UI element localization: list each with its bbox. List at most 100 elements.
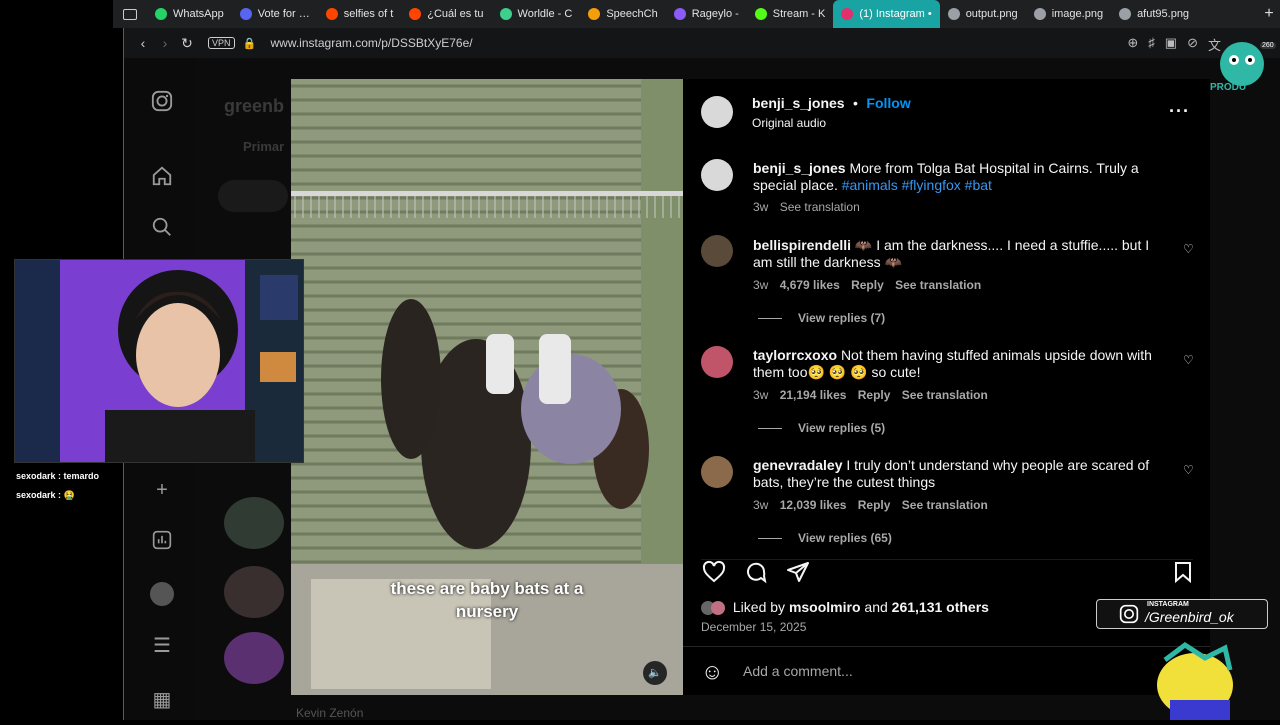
comment-username[interactable]: taylorrcxoxo: [753, 347, 837, 363]
menu-icon[interactable]: ☰: [150, 634, 174, 658]
mascot-logo: PRODU 260: [1210, 36, 1276, 96]
window-icon: [123, 8, 137, 20]
author-username[interactable]: benji_s_jones: [752, 95, 845, 111]
liked-by-user[interactable]: msoolmiro: [789, 599, 861, 615]
comment-see-translation[interactable]: See translation: [902, 388, 988, 402]
liker-avatar[interactable]: [711, 601, 725, 616]
comment-reply[interactable]: Reply: [851, 278, 884, 292]
background-search: [218, 180, 288, 212]
home-icon[interactable]: [150, 165, 174, 189]
emoji-icon[interactable]: ☺: [701, 659, 723, 685]
tab-label: SpeechCh: [606, 8, 658, 20]
more-options-icon[interactable]: ···: [1169, 101, 1190, 122]
post-video[interactable]: these are baby bats at a nursery 🔈: [291, 79, 683, 695]
tab-favicon-icon: [155, 8, 167, 20]
forward-icon[interactable]: ›: [154, 35, 176, 51]
tab-label: ¿Cuál es tu: [427, 8, 484, 20]
volume-icon[interactable]: 🔈: [643, 661, 667, 685]
screenshot-icon[interactable]: ▣: [1165, 35, 1177, 54]
tab-favicon-icon: [239, 8, 252, 20]
browser-tab[interactable]: Stream - K: [747, 0, 834, 28]
video-caption-line2: nursery: [455, 602, 519, 621]
browser-tab[interactable]: Vote for …: [232, 0, 318, 28]
comment-likes[interactable]: 12,039 likes: [780, 498, 847, 512]
browser-tab[interactable]: Worldle - C: [492, 0, 581, 28]
comment-see-translation[interactable]: See translation: [902, 498, 988, 512]
share-icon[interactable]: [785, 560, 811, 584]
lock-icon[interactable]: 🔒: [239, 37, 261, 50]
tab-label: (1) Instagram •: [859, 8, 932, 20]
profile-avatar[interactable]: [150, 582, 174, 606]
browser-tab[interactable]: image.png: [1026, 0, 1111, 28]
browser-tab[interactable]: selfies of t: [318, 0, 402, 28]
comment-likes[interactable]: 4,679 likes: [780, 278, 840, 292]
caption-hashtags[interactable]: #animals #flyingfox #bat: [842, 177, 992, 193]
comment-like-icon[interactable]: ♡: [1183, 463, 1194, 477]
browser-tab[interactable]: SpeechCh: [580, 0, 665, 28]
follow-button[interactable]: Follow: [866, 95, 910, 111]
dashboard-icon[interactable]: [150, 530, 174, 554]
tab-label: Rageylo -: [691, 8, 739, 20]
comment-icon[interactable]: [743, 560, 769, 584]
tab-favicon-icon: [499, 8, 512, 20]
comment-age[interactable]: 3w: [753, 498, 768, 512]
background-avatar-1: [224, 497, 284, 549]
block-icon[interactable]: ⊘: [1187, 35, 1198, 54]
comment-reply[interactable]: Reply: [858, 388, 891, 402]
tab-favicon-icon: [1033, 8, 1046, 20]
chat-message: 🤮: [63, 490, 75, 500]
browser-tab[interactable]: output.png: [940, 0, 1026, 28]
caption-avatar[interactable]: [701, 159, 733, 191]
comment-avatar[interactable]: [701, 235, 733, 267]
tab-sidebar-toggle[interactable]: [113, 0, 147, 28]
url-field[interactable]: www.instagram.com/p/DSSBtXyE76e/: [271, 36, 473, 50]
tab-favicon-icon: [325, 8, 338, 20]
view-replies-button[interactable]: View replies (5): [758, 421, 885, 435]
search-icon[interactable]: [150, 216, 174, 240]
comment-avatar[interactable]: [701, 346, 733, 378]
comment-username[interactable]: genevradaley: [753, 457, 843, 473]
comment-age[interactable]: 3w: [753, 388, 768, 402]
browser-tab[interactable]: WhatsApp: [147, 0, 232, 28]
tab-instagram-active[interactable]: (1) Instagram •: [833, 0, 940, 28]
character-icon: [1157, 641, 1233, 720]
browser-tab[interactable]: Rageylo -: [666, 0, 747, 28]
comment-see-translation[interactable]: See translation: [895, 278, 981, 292]
view-replies-button[interactable]: View replies (7): [758, 311, 885, 325]
view-replies-button[interactable]: View replies (65): [758, 531, 892, 545]
save-icon[interactable]: [1171, 560, 1195, 584]
comment-avatar[interactable]: [701, 456, 733, 488]
caption-username[interactable]: benji_s_jones: [753, 160, 846, 176]
liked-by-prefix: Liked by: [732, 599, 786, 615]
browser-tab[interactable]: afut95.png: [1111, 0, 1197, 28]
caption-see-translation[interactable]: See translation: [780, 200, 860, 214]
webcam-feed: [15, 260, 303, 462]
comment-like-icon[interactable]: ♡: [1183, 353, 1194, 367]
comment-username[interactable]: bellispirendelli: [753, 237, 851, 253]
reload-icon[interactable]: ↻: [176, 35, 198, 52]
post-date[interactable]: December 15, 2025: [701, 620, 806, 634]
apps-icon[interactable]: ▦: [150, 688, 174, 712]
back-icon[interactable]: ‹: [132, 35, 154, 51]
tab-label: WhatsApp: [173, 8, 224, 20]
new-tab-button[interactable]: +: [1258, 5, 1280, 23]
vpn-badge[interactable]: VPN: [208, 37, 235, 49]
comment-reply[interactable]: Reply: [858, 498, 891, 512]
comment-like-icon[interactable]: ♡: [1183, 242, 1194, 256]
pin-icon[interactable]: ♯: [1148, 35, 1155, 54]
create-icon[interactable]: +: [150, 478, 174, 502]
audio-label[interactable]: Original audio: [752, 116, 911, 130]
comment-likes[interactable]: 21,194 likes: [780, 388, 847, 402]
zoom-icon[interactable]: ⊕: [1127, 35, 1138, 54]
instagram-logo-icon[interactable]: [150, 90, 174, 114]
header-separator: •: [853, 95, 858, 111]
tab-label: afut95.png: [1137, 8, 1190, 20]
comment-age[interactable]: 3w: [753, 278, 768, 292]
tab-favicon-icon: [588, 8, 601, 20]
liked-by-others[interactable]: 261,131 others: [892, 599, 989, 615]
caption-age[interactable]: 3w: [753, 200, 768, 214]
author-avatar[interactable]: [701, 96, 733, 128]
like-icon[interactable]: [701, 560, 727, 584]
comment-input[interactable]: Add a comment...: [743, 663, 853, 679]
browser-tab[interactable]: ¿Cuál es tu: [401, 0, 491, 28]
